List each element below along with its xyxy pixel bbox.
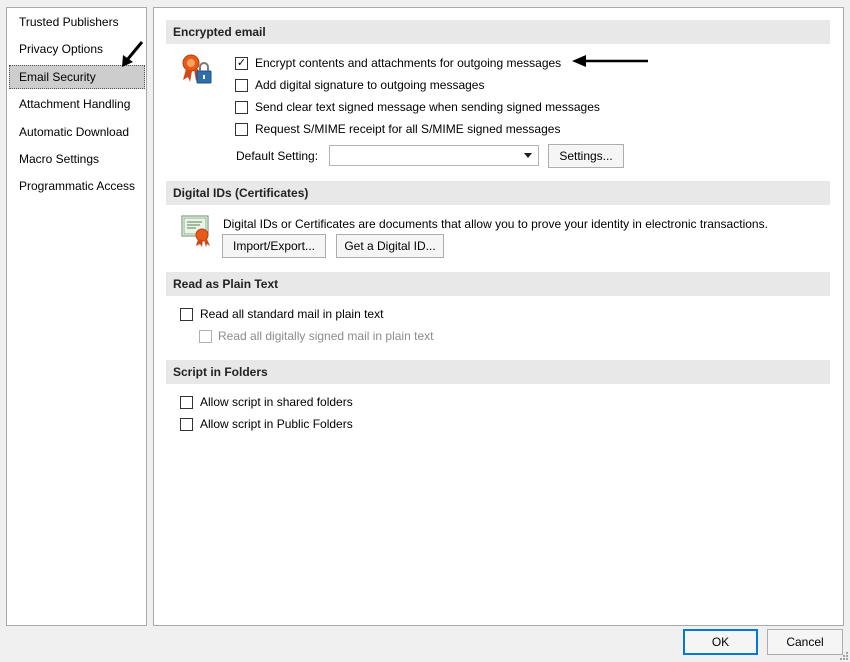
sidebar-item-automatic-download[interactable]: Automatic Download: [9, 120, 145, 144]
settings-button[interactable]: Settings...: [548, 144, 624, 168]
add-signature-label: Add digital signature to outgoing messag…: [255, 78, 485, 92]
get-digital-id-button[interactable]: Get a Digital ID...: [336, 234, 444, 258]
resize-grip-icon[interactable]: [839, 651, 849, 661]
encrypt-contents-checkbox[interactable]: ✓: [235, 57, 248, 70]
annotation-arrow-icon: [122, 41, 144, 67]
cancel-button[interactable]: Cancel: [767, 629, 843, 655]
certificate-icon: [181, 215, 210, 247]
import-export-button[interactable]: Import/Export...: [222, 234, 326, 258]
read-signed-plain-text-label: Read all digitally signed mail in plain …: [218, 329, 434, 343]
script-folders-header: Script in Folders: [166, 360, 830, 384]
annotation-arrow-left-icon: [572, 55, 648, 67]
sidebar-nav: Trusted Publishers Privacy Options Email…: [6, 7, 147, 626]
script-public-folders-label: Allow script in Public Folders: [200, 417, 353, 431]
script-public-folders-checkbox[interactable]: [180, 418, 193, 431]
smime-receipt-checkbox[interactable]: [235, 123, 248, 136]
sidebar-item-trusted-publishers[interactable]: Trusted Publishers: [9, 10, 145, 34]
ok-button[interactable]: OK: [683, 629, 758, 655]
read-plain-text-label: Read all standard mail in plain text: [200, 307, 384, 321]
clear-text-signed-checkbox[interactable]: [235, 101, 248, 114]
encryption-ribbon-lock-icon: [182, 54, 212, 84]
add-signature-checkbox[interactable]: [235, 79, 248, 92]
default-setting-dropdown[interactable]: [329, 145, 539, 166]
encrypt-contents-label: Encrypt contents and attachments for out…: [255, 56, 562, 70]
settings-panel: Encrypted email ✓ Encrypt contents and a…: [153, 7, 844, 626]
sidebar-item-attachment-handling[interactable]: Attachment Handling: [9, 92, 145, 116]
read-signed-plain-text-checkbox[interactable]: [199, 330, 212, 343]
script-shared-folders-checkbox[interactable]: [180, 396, 193, 409]
chevron-down-icon: [524, 153, 532, 158]
plain-text-header: Read as Plain Text: [166, 272, 830, 296]
smime-receipt-label: Request S/MIME receipt for all S/MIME si…: [255, 122, 561, 136]
digital-ids-description: Digital IDs or Certificates are document…: [223, 217, 768, 231]
sidebar-item-macro-settings[interactable]: Macro Settings: [9, 147, 145, 171]
sidebar-item-programmatic-access[interactable]: Programmatic Access: [9, 174, 145, 198]
default-setting-label: Default Setting:: [236, 149, 319, 163]
script-shared-folders-label: Allow script in shared folders: [200, 395, 353, 409]
encrypted-email-header: Encrypted email: [166, 20, 830, 44]
clear-text-signed-label: Send clear text signed message when send…: [255, 100, 600, 114]
digital-ids-header: Digital IDs (Certificates): [166, 181, 830, 205]
read-plain-text-checkbox[interactable]: [180, 308, 193, 321]
